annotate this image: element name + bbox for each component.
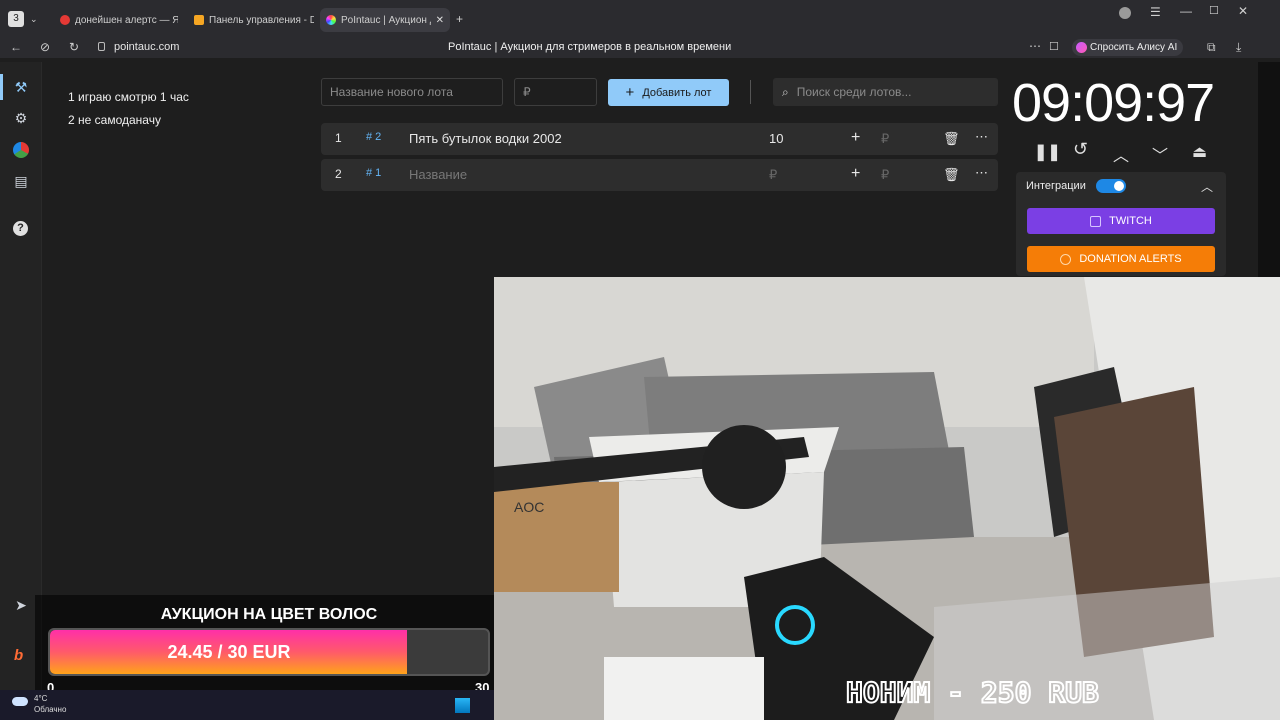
sidebar-active-indicator [0,74,3,100]
pointauc-icon [326,15,336,25]
lot-amount[interactable]: 10 [769,131,783,146]
donationalerts-icon [194,15,204,25]
timer-display: 09:09:97 [1012,73,1215,133]
collapse-chevron-icon[interactable]: ︿ [1201,178,1213,195]
donation-alerts-icon [1060,253,1072,265]
lot-index: 1 [335,131,342,145]
add-lot-button[interactable]: + Добавить лот [608,79,729,106]
auction-hammer-icon[interactable]: ⚒ [12,78,30,96]
help-icon[interactable]: ? [13,221,28,236]
donation-alerts-label: DONATION ALERTS [1079,253,1182,265]
back-arrow-icon[interactable]: ← [10,40,22,54]
search-input[interactable]: ⌕ Поиск среди лотов... [773,78,998,106]
lot-amount[interactable]: ₽ [769,167,777,183]
telegram-icon[interactable]: ➤ [12,596,30,614]
more-dots-icon[interactable]: ⋯ [975,129,988,145]
tab-label: донейшен алертс — Янде [75,14,178,26]
bookmark-icon[interactable]: ☐ [1049,40,1059,54]
twitch-icon [1090,215,1102,227]
toggle-knob [1114,181,1124,191]
chevron-down-icon[interactable]: ﹀ [1152,142,1168,166]
browser-tab-bar: 3 ⌄ донейшен алертс — Янде Панель управл… [0,0,1280,38]
close-window-icon[interactable]: ✕ [1238,4,1248,18]
profile-avatar[interactable] [1119,7,1131,19]
lot-row: 1 # 2 Пять бутылок водки 2002 10 + ₽ 🗑 ⋯ [321,123,998,155]
currency-field[interactable]: ₽ [881,167,889,183]
lot-index: 2 [335,167,342,181]
wheel-icon[interactable] [13,142,29,158]
amount-input[interactable]: ₽ [514,78,597,106]
new-lot-input[interactable]: Название нового лота [321,78,503,106]
twitch-label: TWITCH [1109,215,1152,227]
clipboard-icon[interactable]: ▤ [12,172,30,190]
integrations-toggle[interactable] [1096,179,1126,193]
lot-id: # 2 [366,131,382,143]
alice-label: Спросить Алису AI [1090,42,1178,53]
maximize-icon[interactable]: ☐ [1209,4,1219,18]
more-dots-icon[interactable]: ⋯ [1029,39,1041,53]
webcam-view: AOC НОНИМ - 250 RUB [494,277,1280,720]
add-lot-label: Добавить лот [642,86,712,99]
donation-alerts-button[interactable]: DONATION ALERTS [1027,246,1215,272]
tab-counter-button[interactable]: 3 [8,11,24,27]
pause-icon[interactable]: ❚❚ [1034,142,1061,162]
plus-icon: + [625,84,635,101]
note-line-2: 2 не самоданачу [68,113,161,127]
search-icon: ⌕ [782,84,789,99]
collections-icon[interactable]: ⧉ [1207,40,1216,54]
currency-field[interactable]: ₽ [881,131,889,147]
url-text[interactable]: pointauc.com [114,41,179,53]
menu-icon[interactable]: ☰ [1150,5,1161,19]
boosty-icon[interactable]: b [14,647,23,664]
add-amount-plus-icon[interactable]: + [851,165,860,183]
weather-temp: 4°C [34,694,48,703]
note-line-1: 1 играю смотрю 1 час [68,90,189,104]
reload-icon[interactable]: ↻ [69,40,79,54]
close-icon[interactable]: ✕ [436,15,444,26]
tab-control-panel[interactable]: Панель управления - Do [188,8,314,32]
lot-row: 2 # 1 Название ₽ + ₽ 🗑 ⋯ [321,159,998,191]
download-icon[interactable]: ⤓ [1236,40,1241,54]
chevron-up-icon[interactable]: ︿ [1113,142,1129,166]
address-bar: ← ⊘ ↻ pointauc.com PoIntauc | Аукцион дл… [0,38,1280,58]
integrations-label: Интеграции [1026,180,1086,192]
protect-icon[interactable]: ⊘ [40,40,50,54]
search-placeholder: Поиск среди лотов... [796,85,912,99]
trash-icon[interactable]: 🗑 [943,131,960,147]
auction-title: АУКЦИОН НА ЦВЕТ ВОЛОС [160,606,378,623]
tab-pointauc[interactable]: PoIntauc | Аукцион для ✕ [320,8,450,32]
lot-name[interactable]: Название [409,167,467,182]
reset-icon[interactable]: ↺ [1073,139,1088,160]
weather-desc: Облачно [34,705,67,714]
tab-label: PoIntauc | Аукцион для [341,14,431,26]
taskbar [0,690,494,720]
gear-icon[interactable]: ⚙ [12,109,30,127]
trash-icon[interactable]: 🗑 [943,167,960,183]
progress-text: 24.45 / 30 EUR [167,642,291,662]
double-up-icon[interactable]: ⏏ [1192,142,1207,162]
minimize-icon[interactable]: — [1180,4,1192,18]
add-amount-plus-icon[interactable]: + [851,129,860,147]
lot-id: # 1 [366,167,382,179]
divider [750,80,751,104]
yandex-icon [60,15,70,25]
lot-name[interactable]: Пять бутылок водки 2002 [409,131,562,146]
windows-start-icon[interactable] [455,698,470,713]
new-tab-plus-icon[interactable]: + [456,12,463,26]
webcam-scene: AOC НОНИМ - 250 RUB [494,277,1280,720]
page-title-text: PoIntauc | Аукцион для стримеров в реаль… [448,41,732,53]
tab-label: Панель управления - Do [209,14,314,26]
more-dots-icon[interactable]: ⋯ [975,165,988,181]
alice-button[interactable]: Спросить Алису AI [1072,39,1184,56]
twitch-button[interactable]: TWITCH [1027,208,1215,234]
lock-icon [98,42,105,51]
tab-list-chevron-icon[interactable]: ⌄ [30,12,38,26]
cloud-icon [12,697,28,706]
tab-donation-alerts[interactable]: донейшен алертс — Янде [54,8,178,32]
donation-caption: НОНИМ - 250 RUB [846,676,1099,709]
right-strip [1258,62,1280,277]
box-label: AOC [514,499,544,515]
alice-icon [1076,42,1087,53]
